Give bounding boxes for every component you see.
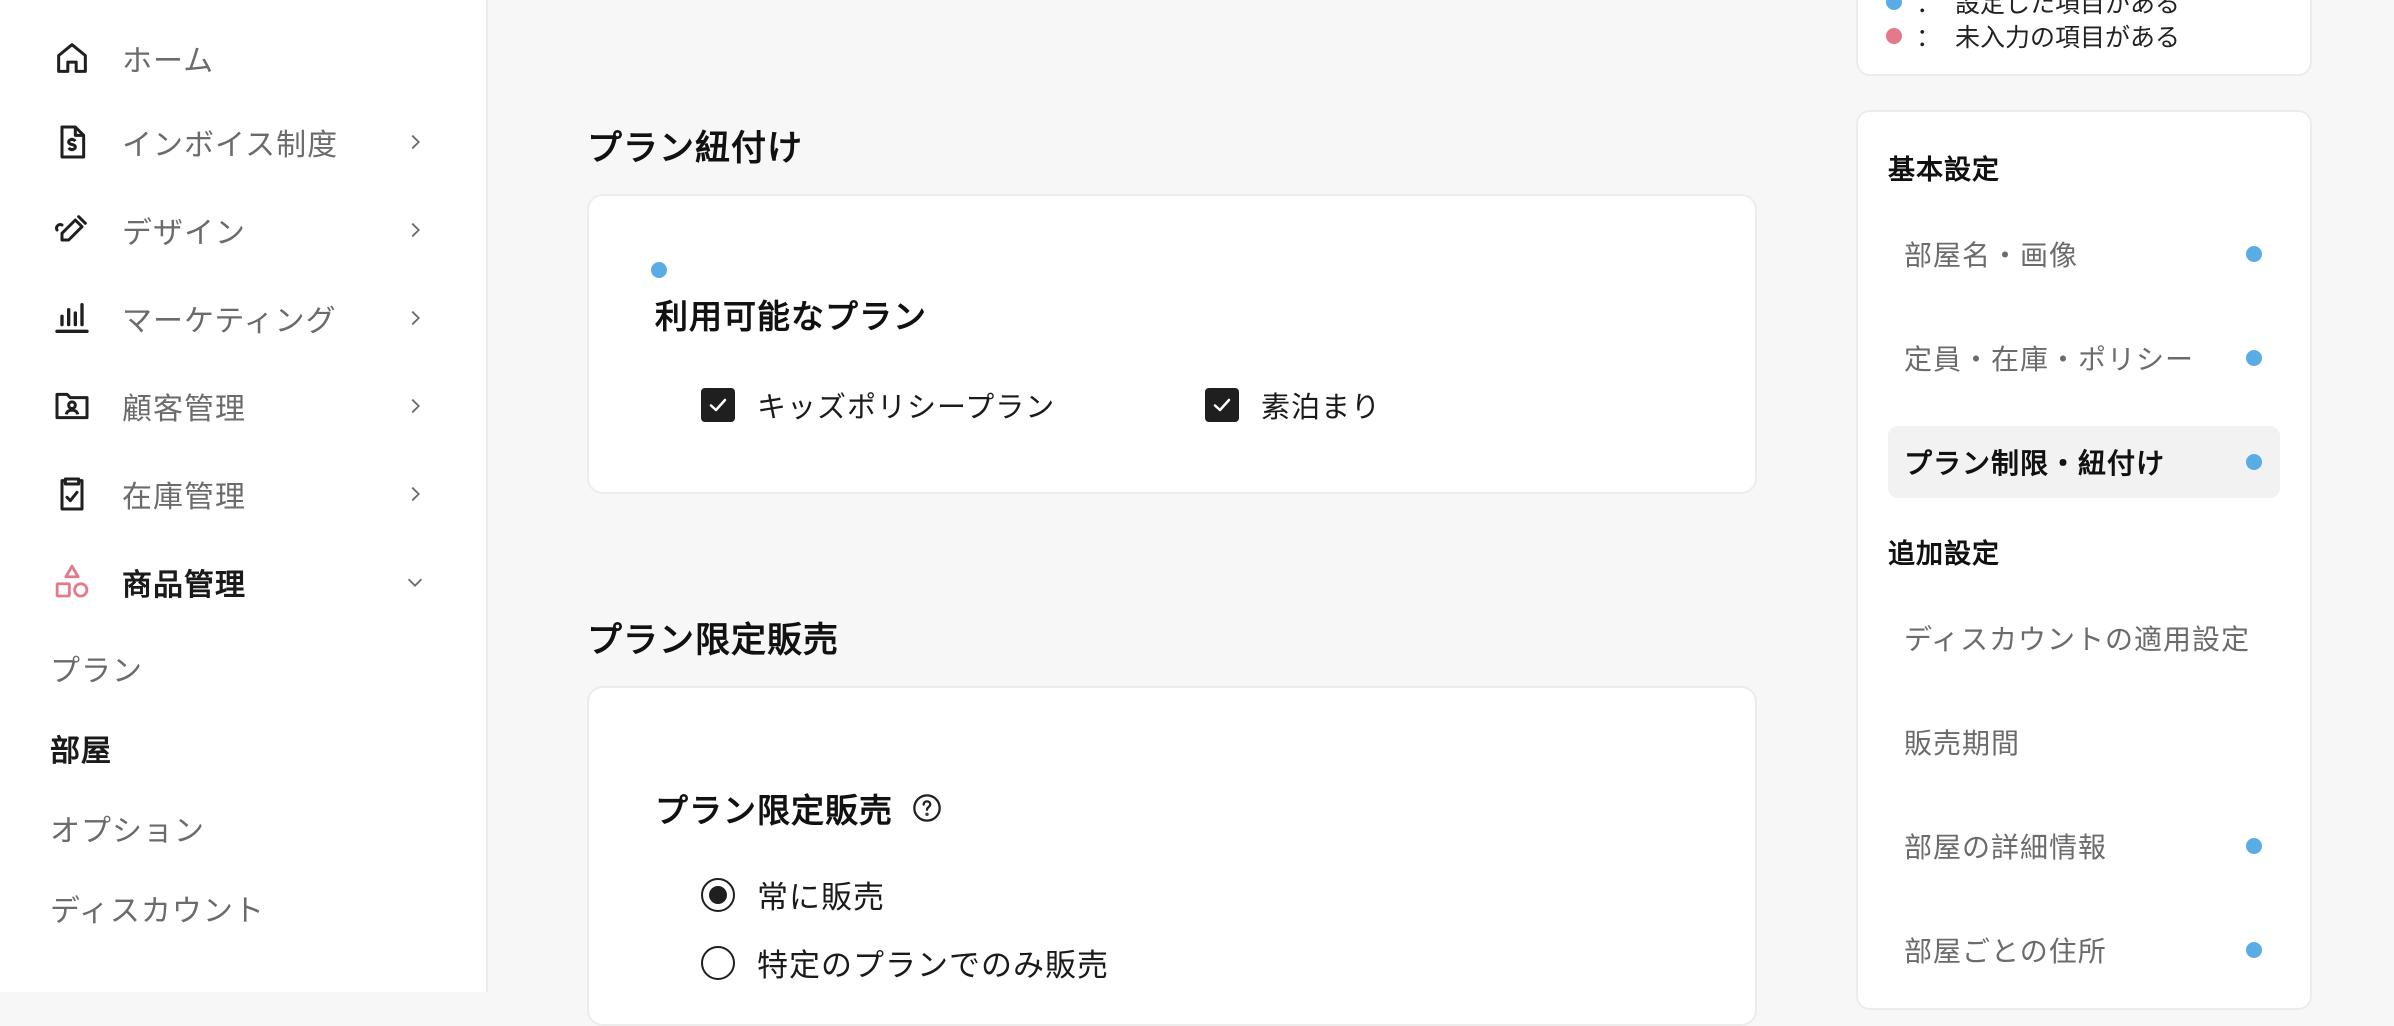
- plan-checkbox-label: キッズポリシープラン: [757, 390, 1056, 424]
- toc-item-label: プラン制限・紐付け: [1904, 447, 2166, 480]
- sidebar-item-marketing[interactable]: マーケティング: [50, 288, 430, 348]
- sidebar-item-label: 商品管理: [122, 568, 246, 603]
- legend-label: 未入力の項目がある: [1955, 23, 2181, 52]
- status-legend: ： 設定した項目がある ： 未入力の項目がある: [1856, 0, 2312, 76]
- legend-separator: ：: [1916, 23, 1942, 52]
- status-dot-set: [2246, 454, 2262, 470]
- sidebar-subitem-discounts[interactable]: ディスカウント: [50, 886, 265, 930]
- question-circle-icon[interactable]: [911, 792, 943, 824]
- legend-row-set: ： 設定した項目がある: [1886, 0, 2180, 20]
- plan-checkbox-kids-policy[interactable]: キッズポリシープラン: [701, 384, 1055, 426]
- toc-item-room-name-image[interactable]: 部屋名・画像: [1888, 218, 2280, 290]
- sidebar-item-customers[interactable]: 顧客管理: [50, 376, 430, 436]
- design-pen-icon: [50, 208, 94, 252]
- status-dot-set: [2246, 246, 2262, 262]
- chevron-right-icon: [400, 303, 430, 333]
- sidebar-item-home[interactable]: ホーム: [50, 28, 430, 88]
- section-title-plan-limited: プラン限定販売: [587, 621, 840, 661]
- toc-item-sales-period[interactable]: 販売期間: [1888, 706, 2280, 778]
- toc-item-label: 部屋名・画像: [1904, 239, 2079, 272]
- toc-item-label: ディスカウントの適用設定: [1904, 623, 2251, 656]
- status-dot-set: [2246, 942, 2262, 958]
- plan-checkbox-room-only[interactable]: 素泊まり: [1205, 384, 1381, 426]
- checkbox-checked-icon[interactable]: [1205, 388, 1239, 422]
- toc-group-basic: 基本設定: [1888, 155, 2000, 186]
- chevron-down-icon: [400, 567, 430, 597]
- toc-group-extra: 追加設定: [1888, 539, 2000, 570]
- clipboard-check-icon: [50, 472, 94, 516]
- sidebar-subitem-options[interactable]: オプション: [50, 806, 205, 850]
- plan-checkbox-label: 素泊まり: [1261, 390, 1382, 424]
- checkbox-checked-icon[interactable]: [701, 388, 735, 422]
- chevron-right-icon: [400, 215, 430, 245]
- plan-limited-heading-text: プラン限定販売: [655, 791, 893, 830]
- status-dot-set: [651, 262, 667, 278]
- shapes-icon: [50, 560, 94, 604]
- bar-chart-icon: [50, 296, 94, 340]
- plan-limited-card: プラン限定販売 常に販売 特定のプランでのみ販売: [587, 686, 1757, 1026]
- sidebar-item-products[interactable]: 商品管理: [50, 552, 430, 612]
- toc-item-label: 定員・在庫・ポリシー: [1904, 343, 2195, 376]
- chevron-right-icon: [400, 127, 430, 157]
- toc-item-label: 部屋の詳細情報: [1904, 831, 2108, 864]
- radio-label: 特定のプランでのみ販売: [757, 948, 1109, 984]
- home-icon: [50, 36, 94, 80]
- radio-unselected-icon[interactable]: [701, 945, 735, 980]
- radio-label: 常に販売: [757, 880, 885, 916]
- sidebar-item-design[interactable]: デザイン: [50, 200, 430, 260]
- status-dot-set: [2246, 350, 2262, 366]
- legend-separator: ：: [1916, 0, 1942, 18]
- plan-link-card: 利用可能なプラン キッズポリシープラン 素泊まり: [587, 194, 1757, 494]
- toc-item-plan-restriction[interactable]: プラン制限・紐付け: [1888, 426, 2280, 498]
- status-dot-set: [2246, 838, 2262, 854]
- toc-item-room-address[interactable]: 部屋ごとの住所: [1888, 914, 2280, 986]
- status-dot-set: [1886, 0, 1902, 10]
- radio-always-sell[interactable]: 常に販売: [701, 872, 885, 917]
- legend-row-missing: ： 未入力の項目がある: [1886, 18, 2180, 54]
- toc-item-discount-settings[interactable]: ディスカウントの適用設定: [1888, 602, 2280, 674]
- toc-item-label: 部屋ごとの住所: [1904, 935, 2107, 968]
- sidebar-item-label: 在庫管理: [122, 480, 246, 515]
- section-navigation: 基本設定 部屋名・画像 定員・在庫・ポリシー プラン制限・紐付け 追加設定 ディ…: [1856, 110, 2312, 1010]
- radio-selected-icon[interactable]: [701, 877, 735, 912]
- available-plans-heading: 利用可能なプラン: [655, 297, 927, 336]
- customer-folder-icon: [50, 384, 94, 428]
- sidebar: ホーム インボイス制度 デザイン マーケティング 顧客管理 在庫管理 商品管理 …: [0, 0, 488, 992]
- sidebar-subitem-plans[interactable]: プラン: [50, 646, 143, 690]
- plan-limited-heading: プラン限定販売: [655, 784, 943, 832]
- chevron-right-icon: [400, 479, 430, 509]
- legend-label: 設定した項目がある: [1955, 0, 2181, 18]
- sidebar-item-label: インボイス制度: [122, 128, 339, 163]
- invoice-document-icon: [50, 120, 94, 164]
- sidebar-item-label: デザイン: [122, 216, 246, 251]
- toc-item-capacity-policy[interactable]: 定員・在庫・ポリシー: [1888, 322, 2280, 394]
- sidebar-item-label: ホーム: [122, 44, 215, 79]
- toc-item-room-details[interactable]: 部屋の詳細情報: [1888, 810, 2280, 882]
- sidebar-item-label: マーケティング: [122, 304, 337, 339]
- status-dot-missing: [1886, 28, 1902, 44]
- sidebar-item-invoice[interactable]: インボイス制度: [50, 112, 430, 172]
- toc-item-label: 販売期間: [1904, 727, 2021, 760]
- sidebar-item-inventory[interactable]: 在庫管理: [50, 464, 430, 524]
- radio-specific-plans-only[interactable]: 特定のプランでのみ販売: [701, 940, 1109, 985]
- sidebar-item-label: 顧客管理: [122, 392, 246, 427]
- section-title-plan-link: プラン紐付け: [587, 129, 804, 169]
- chevron-right-icon: [400, 391, 430, 421]
- sidebar-subitem-rooms[interactable]: 部屋: [50, 726, 112, 770]
